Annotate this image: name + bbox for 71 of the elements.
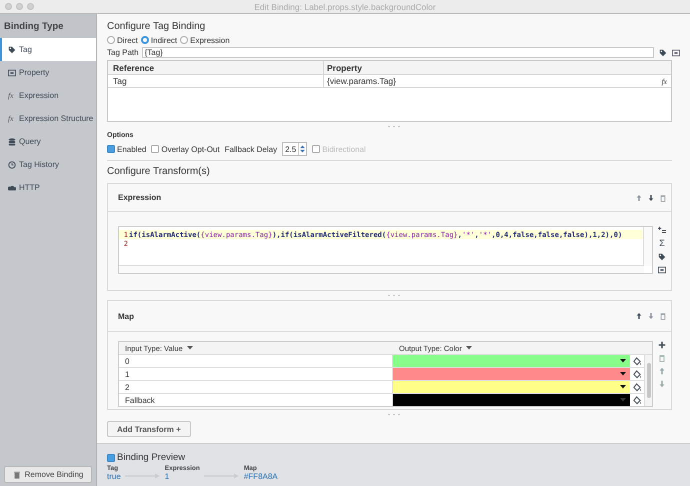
tag-icon	[8, 46, 16, 54]
sidebar-item-label: Expression Structure	[19, 114, 94, 123]
step-value: 1	[164, 472, 170, 481]
add-transform-button[interactable]: Add Transform +	[107, 421, 191, 437]
horizontal-scrollbar[interactable]	[119, 265, 644, 273]
color-dropdown[interactable]	[393, 381, 630, 393]
property-icon	[8, 68, 16, 76]
paint-bucket-icon[interactable]	[633, 382, 642, 392]
section-title: Configure Transform(s)	[107, 166, 211, 179]
sidebar-item-label: Tag History	[19, 160, 60, 169]
mode-radio[interactable]: Indirect	[140, 36, 178, 44]
fallback-delay-label: Fallback Delay	[224, 144, 278, 154]
property-icon[interactable]	[658, 266, 666, 274]
cloud-icon	[8, 184, 16, 192]
move-up-icon[interactable]	[636, 312, 642, 320]
caret-icon	[620, 398, 626, 402]
section-title: Configure Tag Binding	[107, 21, 206, 34]
sidebar-item[interactable]: Tag	[0, 38, 96, 61]
step-value: true	[107, 472, 121, 481]
minimize-button[interactable]	[16, 3, 23, 10]
mode-radio[interactable]: Expression	[180, 36, 230, 44]
transform-title: Expression	[118, 193, 162, 202]
transform-title: Map	[118, 312, 135, 320]
remove-binding-button[interactable]: Remove Binding	[4, 466, 92, 483]
move-down-icon[interactable]	[648, 194, 654, 202]
tag-path-label: Tag Path	[107, 48, 139, 57]
trash-icon	[12, 470, 21, 478]
trash-icon[interactable]	[658, 354, 666, 362]
column-header: Reference	[108, 61, 324, 74]
caret-icon	[620, 385, 626, 389]
paint-bucket-icon[interactable]	[633, 356, 642, 366]
close-button[interactable]	[5, 3, 12, 10]
vertical-scrollbar[interactable]	[643, 227, 652, 266]
sidebar-item-label: Tag	[19, 45, 32, 54]
caret-icon	[620, 372, 626, 376]
caret-icon	[466, 346, 472, 350]
caret-icon	[620, 359, 626, 363]
paint-bucket-icon[interactable]	[633, 396, 642, 404]
sidebar-item-label: Property	[19, 68, 50, 77]
overlay-opt-out-checkbox[interactable]: Overlay Opt-Out	[151, 144, 220, 154]
function-button[interactable]: Σ	[659, 239, 665, 248]
insert-icon[interactable]	[658, 226, 666, 234]
sidebar-item-label: Expression	[19, 91, 59, 100]
clock-icon	[8, 160, 16, 168]
color-dropdown[interactable]	[393, 368, 630, 380]
paint-bucket-icon[interactable]	[633, 370, 642, 378]
database-icon	[8, 138, 16, 146]
step-value: #FF8A8A	[244, 472, 278, 481]
table-cell: Tag	[108, 75, 324, 87]
tag-icon[interactable]	[658, 253, 666, 261]
table-cell-text: {view.params.Tag}	[326, 76, 397, 86]
sidebar-item-label: HTTP	[19, 183, 40, 192]
caret-icon	[186, 346, 193, 350]
trash-icon[interactable]	[660, 194, 666, 202]
sidebar-title: Binding Type	[0, 14, 96, 38]
add-icon[interactable]	[658, 341, 666, 349]
mode-radio[interactable]: Direct	[107, 36, 138, 44]
color-dropdown[interactable]	[393, 355, 630, 367]
vertical-scrollbar[interactable]	[644, 355, 652, 406]
enabled-checkbox[interactable]: Enabled	[107, 144, 146, 154]
tag-path-field[interactable]: {Tag}	[142, 47, 654, 58]
column-header: Property	[326, 62, 363, 72]
trash-icon[interactable]	[660, 312, 666, 320]
sidebar-item-label: Query	[19, 137, 41, 146]
window-title: Edit Binding: Label.props.style.backgroundColor	[253, 2, 437, 12]
property-icon[interactable]	[672, 48, 680, 56]
zoom-button[interactable]	[27, 3, 34, 10]
binding-preview-checkbox[interactable]: Binding Preview	[107, 452, 680, 463]
tag-icon[interactable]	[659, 48, 667, 56]
fallback-delay-spinner[interactable]: 2.5	[282, 142, 308, 156]
color-dropdown[interactable]	[393, 394, 630, 406]
